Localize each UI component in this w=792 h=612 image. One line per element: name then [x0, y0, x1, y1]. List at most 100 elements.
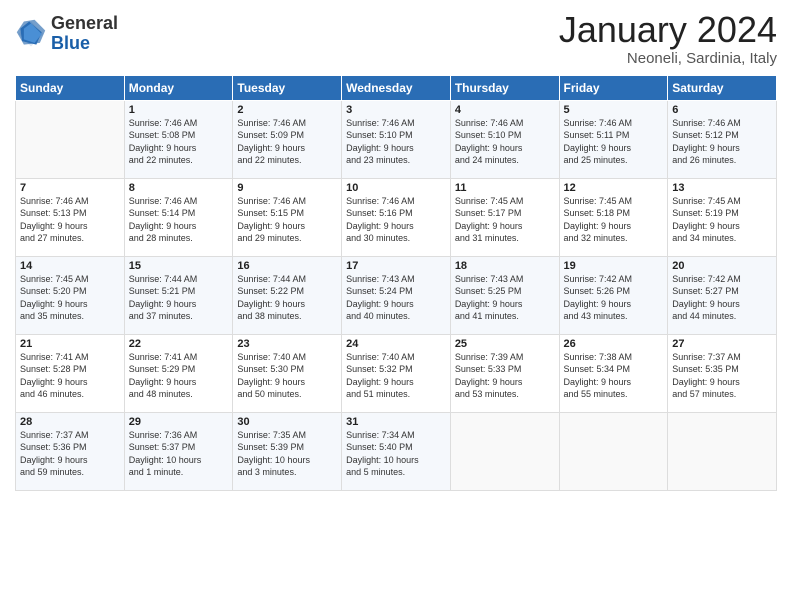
cell-content: Sunrise: 7:40 AMSunset: 5:30 PMDaylight:…	[237, 351, 337, 401]
calendar-cell: 24Sunrise: 7:40 AMSunset: 5:32 PMDayligh…	[342, 334, 451, 412]
sunrise-text: Sunrise: 7:43 AM	[346, 273, 446, 286]
sunset-text: Sunset: 5:11 PM	[564, 129, 664, 142]
daylight-minutes-text: and 44 minutes.	[672, 310, 772, 323]
cell-content: Sunrise: 7:37 AMSunset: 5:36 PMDaylight:…	[20, 429, 120, 479]
cell-content: Sunrise: 7:42 AMSunset: 5:26 PMDaylight:…	[564, 273, 664, 323]
daylight-text: Daylight: 9 hours	[20, 220, 120, 233]
day-number: 6	[672, 104, 772, 116]
daylight-text: Daylight: 10 hours	[346, 454, 446, 467]
calendar-cell: 13Sunrise: 7:45 AMSunset: 5:19 PMDayligh…	[668, 178, 777, 256]
daylight-minutes-text: and 34 minutes.	[672, 232, 772, 245]
daylight-text: Daylight: 9 hours	[129, 298, 229, 311]
daylight-text: Daylight: 10 hours	[129, 454, 229, 467]
daylight-text: Daylight: 9 hours	[564, 220, 664, 233]
calendar-cell: 20Sunrise: 7:42 AMSunset: 5:27 PMDayligh…	[668, 256, 777, 334]
calendar-cell: 18Sunrise: 7:43 AMSunset: 5:25 PMDayligh…	[450, 256, 559, 334]
day-number: 20	[672, 260, 772, 272]
calendar-cell: 19Sunrise: 7:42 AMSunset: 5:26 PMDayligh…	[559, 256, 668, 334]
calendar-cell	[668, 412, 777, 490]
sunrise-text: Sunrise: 7:46 AM	[129, 195, 229, 208]
daylight-minutes-text: and 22 minutes.	[237, 154, 337, 167]
logo-text: General Blue	[51, 14, 118, 54]
calendar-cell	[16, 100, 125, 178]
day-number: 24	[346, 338, 446, 350]
sunset-text: Sunset: 5:26 PM	[564, 285, 664, 298]
sunrise-text: Sunrise: 7:46 AM	[237, 117, 337, 130]
sunrise-text: Sunrise: 7:34 AM	[346, 429, 446, 442]
daylight-minutes-text: and 46 minutes.	[20, 388, 120, 401]
sunrise-text: Sunrise: 7:45 AM	[455, 195, 555, 208]
weekday-header-saturday: Saturday	[668, 75, 777, 100]
cell-content: Sunrise: 7:38 AMSunset: 5:34 PMDaylight:…	[564, 351, 664, 401]
calendar-cell	[450, 412, 559, 490]
sunset-text: Sunset: 5:29 PM	[129, 363, 229, 376]
cell-content: Sunrise: 7:46 AMSunset: 5:10 PMDaylight:…	[455, 117, 555, 167]
daylight-text: Daylight: 10 hours	[237, 454, 337, 467]
day-number: 2	[237, 104, 337, 116]
calendar-cell: 14Sunrise: 7:45 AMSunset: 5:20 PMDayligh…	[16, 256, 125, 334]
day-number: 12	[564, 182, 664, 194]
cell-content: Sunrise: 7:39 AMSunset: 5:33 PMDaylight:…	[455, 351, 555, 401]
sunset-text: Sunset: 5:24 PM	[346, 285, 446, 298]
day-number: 1	[129, 104, 229, 116]
sunset-text: Sunset: 5:35 PM	[672, 363, 772, 376]
day-number: 4	[455, 104, 555, 116]
day-number: 23	[237, 338, 337, 350]
calendar-week-0: 1Sunrise: 7:46 AMSunset: 5:08 PMDaylight…	[16, 100, 777, 178]
cell-content: Sunrise: 7:41 AMSunset: 5:29 PMDaylight:…	[129, 351, 229, 401]
day-number: 18	[455, 260, 555, 272]
day-number: 27	[672, 338, 772, 350]
cell-content: Sunrise: 7:44 AMSunset: 5:21 PMDaylight:…	[129, 273, 229, 323]
calendar-cell: 29Sunrise: 7:36 AMSunset: 5:37 PMDayligh…	[124, 412, 233, 490]
calendar-cell: 7Sunrise: 7:46 AMSunset: 5:13 PMDaylight…	[16, 178, 125, 256]
day-number: 8	[129, 182, 229, 194]
calendar-cell: 15Sunrise: 7:44 AMSunset: 5:21 PMDayligh…	[124, 256, 233, 334]
cell-content: Sunrise: 7:36 AMSunset: 5:37 PMDaylight:…	[129, 429, 229, 479]
daylight-text: Daylight: 9 hours	[346, 298, 446, 311]
sunrise-text: Sunrise: 7:45 AM	[672, 195, 772, 208]
day-number: 30	[237, 416, 337, 428]
sunrise-text: Sunrise: 7:45 AM	[564, 195, 664, 208]
daylight-minutes-text: and 23 minutes.	[346, 154, 446, 167]
daylight-minutes-text: and 35 minutes.	[20, 310, 120, 323]
sunset-text: Sunset: 5:36 PM	[20, 441, 120, 454]
daylight-minutes-text: and 3 minutes.	[237, 466, 337, 479]
calendar-cell: 27Sunrise: 7:37 AMSunset: 5:35 PMDayligh…	[668, 334, 777, 412]
cell-content: Sunrise: 7:35 AMSunset: 5:39 PMDaylight:…	[237, 429, 337, 479]
sunrise-text: Sunrise: 7:38 AM	[564, 351, 664, 364]
daylight-text: Daylight: 9 hours	[20, 454, 120, 467]
daylight-text: Daylight: 9 hours	[129, 142, 229, 155]
sunrise-text: Sunrise: 7:46 AM	[20, 195, 120, 208]
cell-content: Sunrise: 7:43 AMSunset: 5:25 PMDaylight:…	[455, 273, 555, 323]
day-number: 5	[564, 104, 664, 116]
daylight-text: Daylight: 9 hours	[20, 376, 120, 389]
cell-content: Sunrise: 7:46 AMSunset: 5:13 PMDaylight:…	[20, 195, 120, 245]
sunrise-text: Sunrise: 7:44 AM	[129, 273, 229, 286]
daylight-text: Daylight: 9 hours	[237, 142, 337, 155]
calendar-cell: 21Sunrise: 7:41 AMSunset: 5:28 PMDayligh…	[16, 334, 125, 412]
calendar-table: SundayMondayTuesdayWednesdayThursdayFrid…	[15, 75, 777, 491]
cell-content: Sunrise: 7:46 AMSunset: 5:15 PMDaylight:…	[237, 195, 337, 245]
calendar-cell: 6Sunrise: 7:46 AMSunset: 5:12 PMDaylight…	[668, 100, 777, 178]
cell-content: Sunrise: 7:42 AMSunset: 5:27 PMDaylight:…	[672, 273, 772, 323]
day-number: 3	[346, 104, 446, 116]
sunset-text: Sunset: 5:16 PM	[346, 207, 446, 220]
daylight-minutes-text: and 28 minutes.	[129, 232, 229, 245]
weekday-header-thursday: Thursday	[450, 75, 559, 100]
calendar-week-4: 28Sunrise: 7:37 AMSunset: 5:36 PMDayligh…	[16, 412, 777, 490]
sunrise-text: Sunrise: 7:46 AM	[346, 117, 446, 130]
daylight-text: Daylight: 9 hours	[455, 298, 555, 311]
cell-content: Sunrise: 7:46 AMSunset: 5:12 PMDaylight:…	[672, 117, 772, 167]
daylight-text: Daylight: 9 hours	[564, 142, 664, 155]
sunset-text: Sunset: 5:22 PM	[237, 285, 337, 298]
sunrise-text: Sunrise: 7:46 AM	[237, 195, 337, 208]
calendar-cell: 8Sunrise: 7:46 AMSunset: 5:14 PMDaylight…	[124, 178, 233, 256]
weekday-header-monday: Monday	[124, 75, 233, 100]
daylight-text: Daylight: 9 hours	[237, 220, 337, 233]
day-number: 9	[237, 182, 337, 194]
cell-content: Sunrise: 7:37 AMSunset: 5:35 PMDaylight:…	[672, 351, 772, 401]
day-number: 16	[237, 260, 337, 272]
day-number: 26	[564, 338, 664, 350]
sunrise-text: Sunrise: 7:46 AM	[564, 117, 664, 130]
calendar-cell: 31Sunrise: 7:34 AMSunset: 5:40 PMDayligh…	[342, 412, 451, 490]
